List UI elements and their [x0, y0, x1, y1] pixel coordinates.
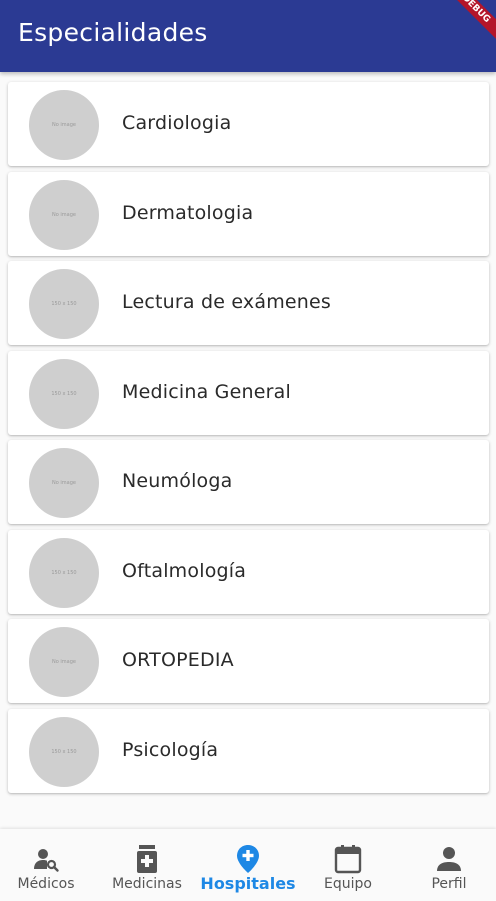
calendar-icon — [333, 844, 363, 874]
page-title: Especialidades — [18, 18, 208, 47]
specialty-avatar: No image — [29, 90, 99, 160]
avatar-placeholder-text: No image — [52, 122, 76, 128]
medicine-icon — [134, 844, 160, 874]
specialty-name: Medicina General — [122, 381, 291, 403]
avatar-placeholder-text: 150 x 150 — [51, 749, 77, 755]
app-screen: Especialidades DEBUG No image Cardiologi… — [0, 0, 496, 901]
avatar-placeholder-text: 150 x 150 — [51, 391, 77, 397]
specialty-card[interactable]: No image Neumóloga — [8, 440, 489, 524]
nav-label-perfil: Perfil — [431, 876, 467, 892]
avatar-placeholder-text: 150 x 150 — [51, 301, 77, 307]
specialty-avatar: 150 x 150 — [29, 359, 99, 429]
specialty-name: Neumóloga — [122, 470, 233, 492]
nav-item-perfil[interactable]: Perfil — [399, 829, 496, 901]
specialty-avatar: 150 x 150 — [29, 538, 99, 608]
specialty-card[interactable]: 150 x 150 Medicina General — [8, 351, 489, 435]
person-icon — [435, 844, 463, 874]
specialty-avatar: 150 x 150 — [29, 269, 99, 339]
nav-label-hospitales: Hospitales — [200, 874, 296, 893]
nav-item-medicos[interactable]: Médicos — [0, 829, 96, 901]
specialty-avatar: No image — [29, 448, 99, 518]
nav-item-equipo[interactable]: Equipo — [298, 829, 398, 901]
avatar-placeholder-text: No image — [52, 212, 76, 218]
specialty-card[interactable]: 150 x 150 Psicología — [8, 709, 489, 793]
specialty-card[interactable]: No image Cardiologia — [8, 82, 489, 166]
specialty-name: Cardiologia — [122, 112, 232, 134]
debug-banner: DEBUG — [441, 0, 496, 44]
nav-item-hospitales[interactable]: Hospitales — [198, 829, 298, 901]
bottom-navigation: Médicos Medicinas Hospitales Equipo Perf… — [0, 829, 496, 901]
nav-label-medicinas: Medicinas — [112, 876, 182, 892]
specialty-card[interactable]: 150 x 150 Oftalmología — [8, 530, 489, 614]
specialty-name: Lectura de exámenes — [122, 291, 332, 313]
specialty-card[interactable]: No image ORTOPEDIA — [8, 619, 489, 703]
app-bar: Especialidades DEBUG — [0, 0, 496, 72]
specialty-name: ORTOPEDIA — [122, 649, 234, 671]
nav-item-medicinas[interactable]: Medicinas — [97, 829, 197, 901]
specialty-name: Oftalmología — [122, 560, 247, 582]
specialty-card[interactable]: No image Dermatologia — [8, 172, 489, 256]
avatar-placeholder-text: 150 x 150 — [51, 570, 77, 576]
specialty-avatar: 150 x 150 — [29, 717, 99, 787]
specialty-card[interactable]: 150 x 150 Lectura de exámenes — [8, 261, 489, 345]
specialty-avatar: No image — [29, 627, 99, 697]
nav-label-medicos: Médicos — [17, 876, 75, 892]
avatar-placeholder-text: No image — [52, 480, 76, 486]
nav-label-equipo: Equipo — [324, 876, 372, 892]
hospital-pin-icon — [235, 844, 261, 874]
avatar-placeholder-text: No image — [52, 659, 76, 665]
doctor-search-icon — [32, 844, 60, 874]
specialty-name: Dermatologia — [122, 202, 254, 224]
specialty-name: Psicología — [122, 739, 219, 761]
specialty-avatar: No image — [29, 180, 99, 250]
